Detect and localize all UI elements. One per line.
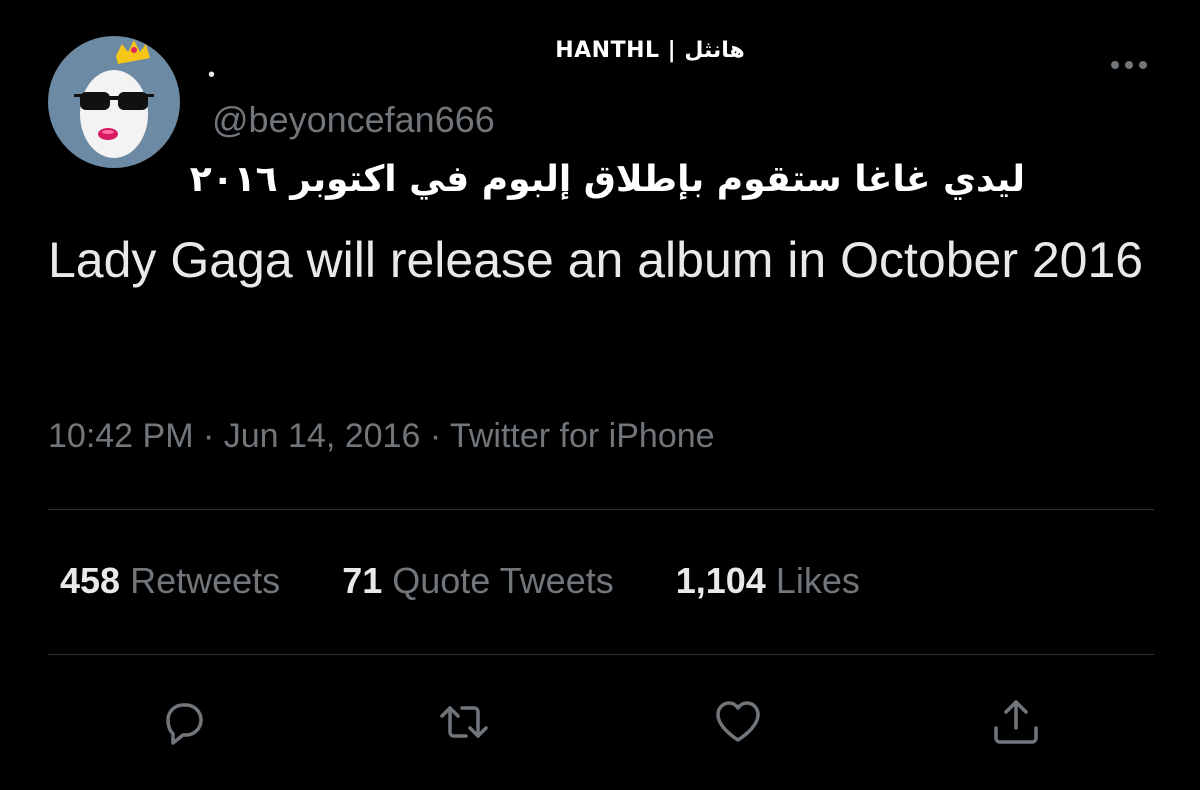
retweets-count: 458 — [60, 560, 121, 601]
user-handle[interactable]: @beyoncefan666 — [212, 98, 495, 142]
retweets-label: Retweets — [130, 560, 281, 601]
retweets-stat[interactable]: 458 Retweets — [60, 558, 280, 604]
tweet-time[interactable]: 10:42 PM — [48, 417, 194, 455]
quotes-count: 71 — [342, 560, 383, 601]
quotes-label: Quote Tweets — [392, 560, 614, 601]
watermark: HANTHL | هانثل — [555, 38, 745, 63]
display-name[interactable]: • — [208, 60, 248, 90]
retweet-button[interactable] — [436, 694, 492, 750]
reply-icon — [166, 703, 203, 745]
arabic-caption: ليدي غاغا ستقوم بإطلاق إلبوم في اكتوبر ٢… — [189, 159, 1025, 200]
divider — [48, 509, 1154, 510]
likes-label: Likes — [775, 560, 860, 601]
tweet-text: Lady Gaga will release an album in Octob… — [48, 232, 1144, 288]
tweet-stats: 458 Retweets 71 Quote Tweets 1,104 Likes — [60, 558, 912, 604]
likes-stat[interactable]: 1,104 Likes — [676, 558, 860, 604]
like-icon — [716, 701, 760, 742]
more-icon[interactable] — [1106, 50, 1152, 80]
tweet-date[interactable]: Jun 14, 2016 — [224, 417, 421, 455]
share-button[interactable] — [988, 694, 1044, 750]
quotes-stat[interactable]: 71 Quote Tweets — [342, 558, 614, 604]
share-icon — [994, 700, 1038, 744]
divider — [48, 654, 1154, 655]
meta-separator: · — [193, 417, 224, 455]
retweet-icon — [440, 706, 488, 738]
meta-separator: · — [420, 417, 450, 455]
avatar[interactable] — [48, 36, 180, 168]
likes-count: 1,104 — [675, 560, 766, 601]
like-button[interactable] — [710, 694, 766, 750]
tweet-source[interactable]: Twitter for iPhone — [450, 417, 715, 455]
reply-button[interactable] — [156, 694, 212, 750]
tweet-meta: 10:42 PM · Jun 14, 2016 · Twitter for iP… — [48, 414, 715, 458]
